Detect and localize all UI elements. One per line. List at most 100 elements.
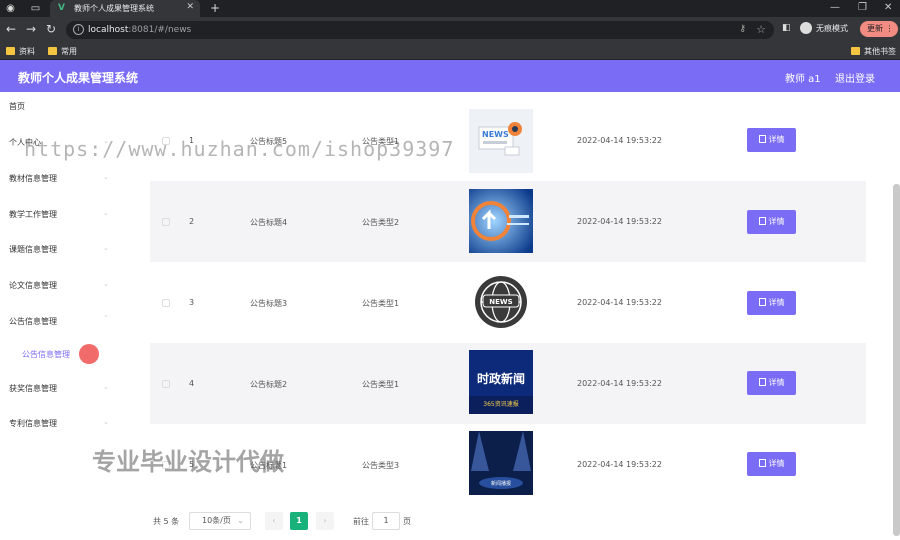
- sidebar-item-projects[interactable]: 课题信息管理: [9, 244, 57, 258]
- document-icon: [758, 298, 766, 306]
- document-icon: [758, 459, 766, 467]
- app-title: 教师个人成果管理系统: [18, 71, 139, 85]
- site-info-icon[interactable]: i: [73, 24, 84, 35]
- cursor-pointer-icon: [79, 344, 99, 364]
- row-type: 公告类型1: [362, 299, 400, 308]
- back-icon[interactable]: ←: [6, 23, 16, 35]
- chevron-down-icon: ⌄: [103, 244, 109, 252]
- page-unit-label: 页: [403, 517, 411, 526]
- prev-page-button[interactable]: ‹: [265, 512, 283, 530]
- row-time: 2022-04-14 19:53:22: [577, 460, 662, 469]
- digital-arrow-image: [469, 189, 533, 253]
- chevron-down-icon: ⌄: [103, 418, 109, 426]
- detail-button[interactable]: 详情: [747, 452, 796, 476]
- vue-logo-icon: V: [58, 3, 65, 13]
- restore-icon[interactable]: ❐: [858, 2, 867, 13]
- update-button[interactable]: 更新 ⋮: [860, 21, 898, 37]
- political-subtitle: 365资讯速报: [483, 400, 518, 408]
- chevron-down-icon: ⌄: [237, 516, 244, 525]
- app-header: 教师个人成果管理系统 教师 a1 退出登录: [0, 60, 900, 92]
- political-news-image: 时政新闻 365资讯速报: [469, 350, 533, 414]
- forward-icon[interactable]: →: [26, 23, 36, 35]
- url-watermark: https://www.huzhan.com/ishop39397: [24, 137, 455, 161]
- row-index: 2: [189, 217, 195, 226]
- sidebar-item-teaching[interactable]: 教学工作管理: [9, 209, 57, 223]
- spotlight-news-image: 新闻播报: [469, 431, 533, 495]
- table-row: 4 公告标题2 公告类型1 时政新闻 365资讯速报 2022-04-14 19…: [150, 343, 866, 424]
- tab-list-icon[interactable]: ▭: [30, 3, 41, 14]
- incognito-icon: [800, 22, 812, 34]
- document-icon: [758, 378, 766, 386]
- tab-close-icon[interactable]: ✕: [186, 2, 194, 12]
- pagination: 共 5 条 10条/页 ⌄ ‹ 1 › 前往 1 页: [153, 512, 453, 530]
- window-close-icon[interactable]: ✕: [884, 2, 892, 13]
- news-label: NEWS: [482, 130, 509, 139]
- table-row: 2 公告标题4 公告类型2 2022-04-14 19:53:22 详情: [150, 181, 866, 262]
- spotlight-label: 新闻播报: [491, 480, 511, 487]
- row-checkbox[interactable]: [162, 218, 170, 226]
- url-field[interactable]: i localhost:8081/#/news ⚷ ☆: [66, 21, 774, 39]
- row-checkbox[interactable]: [162, 380, 170, 388]
- bookmarks-bar: 资料 常用 其他书签: [0, 42, 900, 60]
- chevron-down-icon: ⌄: [103, 383, 109, 391]
- sidebar-item-awards[interactable]: 获奖信息管理: [9, 383, 57, 397]
- chevron-down-icon: ⌄: [103, 280, 109, 288]
- chevron-up-icon: ⌃: [103, 314, 109, 322]
- row-title: 公告标题2: [250, 380, 288, 389]
- address-bar: ← → ↻ i localhost:8081/#/news ⚷ ☆ ◧ 无痕模式…: [0, 17, 900, 42]
- vertical-scrollbar[interactable]: [893, 184, 900, 536]
- incognito-label: 无痕模式: [816, 24, 848, 33]
- detail-button[interactable]: 详情: [747, 291, 796, 315]
- folder-icon: [48, 47, 57, 55]
- sidebar-item-home[interactable]: 首页: [9, 101, 25, 115]
- row-time: 2022-04-14 19:53:22: [577, 379, 662, 388]
- bookmark-star-icon[interactable]: ☆: [756, 23, 766, 36]
- news-image: NEWS: [469, 109, 533, 173]
- news-globe-image: NEWS: [469, 270, 533, 334]
- detail-button[interactable]: 详情: [747, 210, 796, 234]
- row-index: 3: [189, 298, 195, 307]
- detail-button[interactable]: 详情: [747, 371, 796, 395]
- browser-menu-icon[interactable]: ◉: [5, 3, 16, 14]
- row-title: 公告标题3: [250, 299, 288, 308]
- other-bookmarks[interactable]: 其他书签: [851, 46, 896, 57]
- folder-icon: [851, 47, 860, 55]
- row-type: 公告类型2: [362, 218, 400, 227]
- folder-icon: [6, 47, 15, 55]
- password-key-icon[interactable]: ⚷: [739, 24, 746, 34]
- text-watermark: 专业毕业设计代做: [92, 448, 284, 476]
- bookmark-folder[interactable]: 资料: [6, 46, 35, 57]
- goto-page-input[interactable]: 1: [372, 512, 400, 530]
- row-checkbox[interactable]: [162, 299, 170, 307]
- row-index: 4: [189, 379, 195, 388]
- sidebar-item-patents[interactable]: 专利信息管理: [9, 418, 57, 432]
- page-size-select[interactable]: 10条/页 ⌄: [189, 512, 251, 530]
- sidebar-subitem-notices[interactable]: 公告信息管理: [22, 349, 70, 360]
- goto-label: 前往: [353, 517, 369, 526]
- tab-title: 教师个人成果管理系统: [74, 4, 154, 13]
- minimize-icon[interactable]: —: [830, 2, 840, 13]
- reload-icon[interactable]: ↻: [46, 23, 56, 35]
- new-tab-icon[interactable]: +: [210, 1, 220, 15]
- sidebar-item-textbooks[interactable]: 教材信息管理: [9, 173, 57, 187]
- row-title: 公告标题4: [250, 218, 288, 227]
- detail-button[interactable]: 详情: [747, 128, 796, 152]
- row-type: 公告类型1: [362, 380, 400, 389]
- browser-tabbar: ◉ ▭ V 教师个人成果管理系统 ✕ + — ❐ ✕: [0, 0, 900, 17]
- browser-tab[interactable]: V 教师个人成果管理系统 ✕: [50, 0, 200, 17]
- sidebar-item-notices[interactable]: 公告信息管理: [9, 316, 57, 330]
- document-icon: [758, 217, 766, 225]
- sidebar-toggle-icon[interactable]: ◧: [782, 23, 791, 33]
- table-row: 3 公告标题3 公告类型1 NEWS 2022-04-14 19:53:22 详…: [150, 262, 866, 343]
- political-title: 时政新闻: [477, 371, 525, 386]
- chevron-down-icon: ⌄: [103, 173, 109, 181]
- url-text: localhost:8081/#/news: [88, 25, 192, 35]
- bookmark-folder[interactable]: 常用: [48, 46, 77, 57]
- row-type: 公告类型3: [362, 461, 400, 470]
- page-number[interactable]: 1: [290, 512, 308, 530]
- sidebar-item-papers[interactable]: 论文信息管理: [9, 280, 57, 294]
- next-page-button[interactable]: ›: [316, 512, 334, 530]
- logout-link[interactable]: 退出登录: [835, 70, 875, 85]
- document-icon: [758, 135, 766, 143]
- chevron-down-icon: ⌄: [103, 209, 109, 217]
